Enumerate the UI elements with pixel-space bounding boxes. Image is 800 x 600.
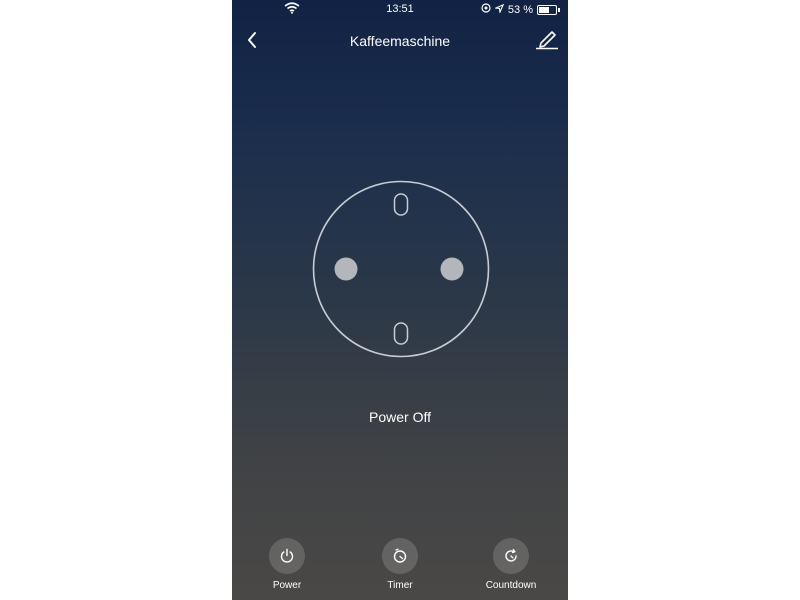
battery-icon [537, 4, 557, 15]
edit-icon [536, 31, 558, 50]
socket-icon[interactable] [312, 180, 490, 358]
control-bar: Power Timer Countdown [232, 538, 568, 594]
edit-button[interactable] [534, 28, 560, 52]
battery-percent: 53 % [507, 3, 533, 16]
lock-rotation-icon [481, 3, 491, 16]
power-icon [280, 548, 294, 563]
timer-icon [393, 548, 407, 563]
app-screen: 13:51 53 % Kaffeemaschine Power Off Powe… [232, 0, 568, 600]
countdown-circle[interactable] [493, 538, 529, 574]
power-status: Power Off [369, 409, 431, 425]
location-icon [493, 3, 505, 16]
status-bar: 13:51 53 % [232, 0, 568, 20]
countdown-icon [505, 548, 517, 562]
timer-circle[interactable] [382, 538, 418, 574]
power-circle[interactable] [269, 538, 305, 574]
power-button[interactable]: Power [252, 538, 322, 591]
header: Kaffeemaschine [232, 28, 568, 54]
countdown-button[interactable]: Countdown [476, 538, 546, 591]
timer-label: Timer [387, 580, 413, 591]
status-right: 53 % [481, 3, 560, 16]
page-title: Kaffeemaschine [349, 33, 451, 49]
countdown-label: Countdown [485, 580, 537, 591]
timer-button[interactable]: Timer [365, 538, 435, 591]
power-label: Power [272, 580, 302, 591]
